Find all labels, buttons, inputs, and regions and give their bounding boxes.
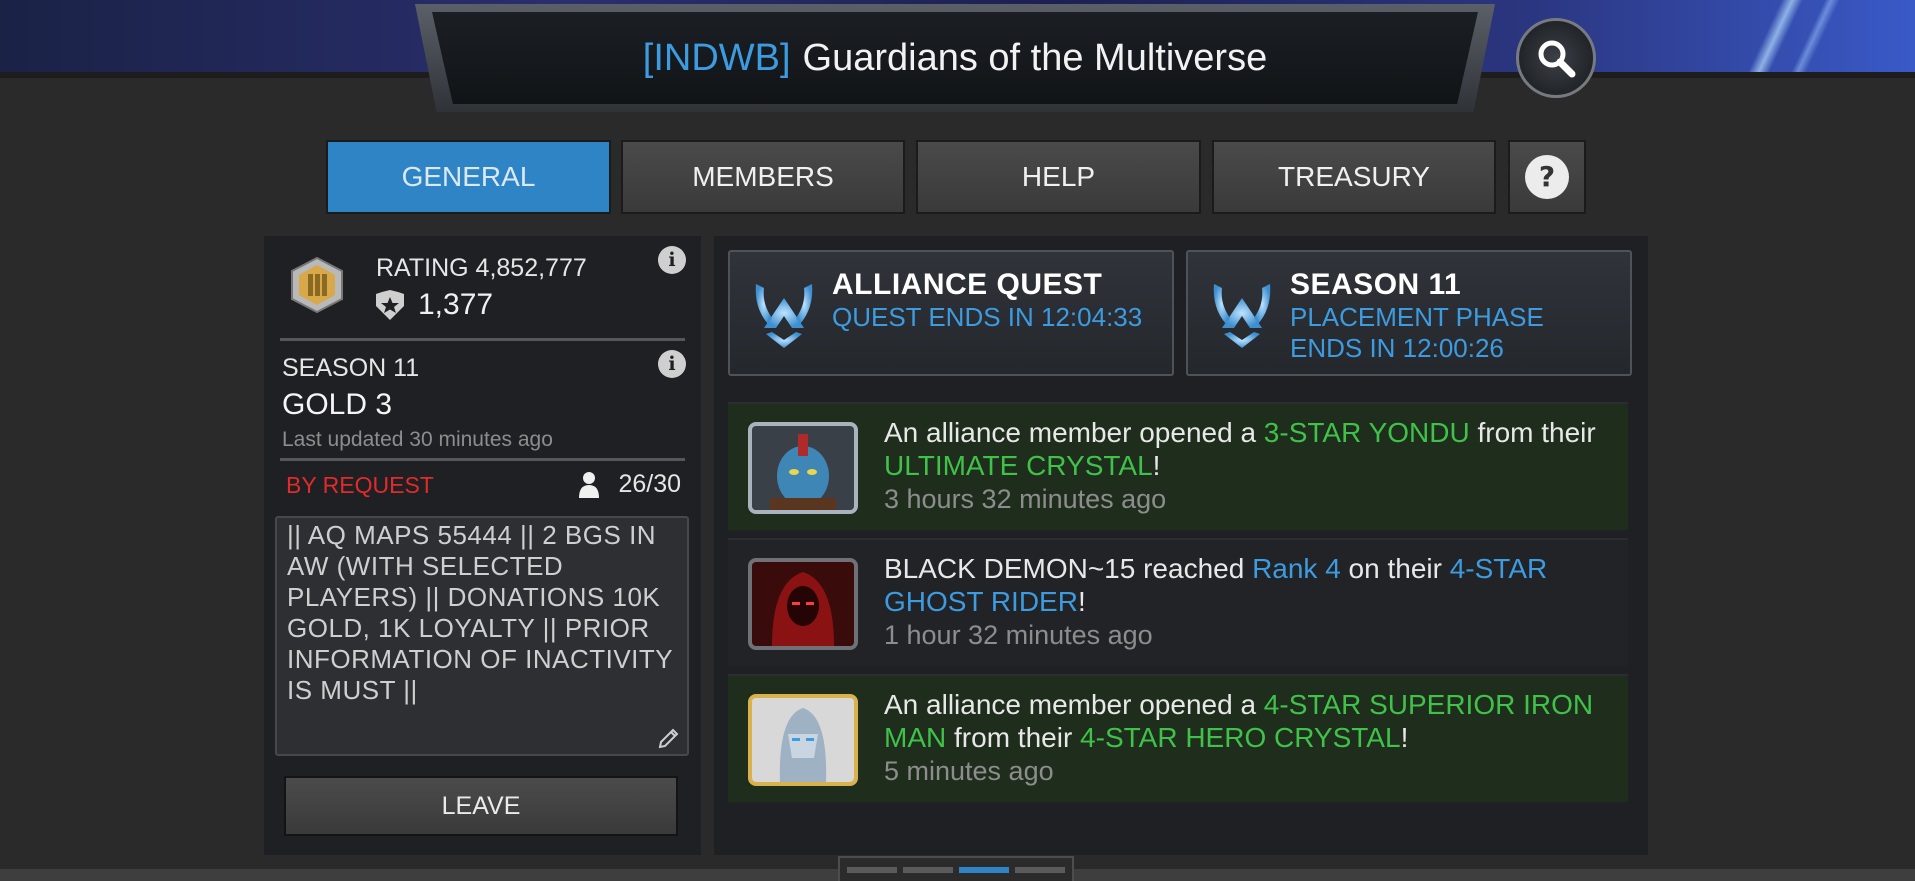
- tab-help[interactable]: HELP: [916, 140, 1201, 214]
- alliance-description[interactable]: || AQ MAPS 55444 || 2 BGS IN AW (WITH SE…: [275, 516, 689, 756]
- quest-card-timer: QUEST ENDS IN 12:04:33: [832, 302, 1143, 332]
- feed-item: BLACK DEMON~15 reached Rank 4 on their 4…: [728, 538, 1628, 666]
- user-icon: [579, 471, 600, 498]
- feed-item: An alliance member opened a 3-STAR YONDU…: [728, 402, 1628, 530]
- tab-treasury[interactable]: TREASURY: [1212, 140, 1496, 214]
- tab-general[interactable]: GENERAL: [326, 140, 611, 214]
- page-dot: [903, 866, 953, 873]
- member-count: 26/30: [578, 470, 681, 499]
- season-card[interactable]: SEASON 11 PLACEMENT PHASE ENDS IN 12:00:…: [1186, 250, 1632, 376]
- join-policy: BY REQUEST: [286, 472, 434, 498]
- lightning-decoration: [1695, 0, 1875, 78]
- rating-section: RATING 4,852,777 1,377 i: [264, 236, 701, 336]
- season-card-title: SEASON 11: [1290, 268, 1462, 301]
- divider: [280, 458, 685, 461]
- page-indicator[interactable]: [838, 856, 1074, 881]
- superior-iron-man-portrait: [748, 694, 858, 786]
- season-info-icon[interactable]: i: [658, 350, 686, 378]
- ghost-rider-portrait: [748, 558, 858, 650]
- trophy-icon: [376, 290, 404, 320]
- rating-badge-icon: [291, 256, 343, 314]
- season-tier: GOLD 3: [282, 388, 393, 421]
- tab-members[interactable]: MEMBERS: [621, 140, 905, 214]
- help-button[interactable]: ?: [1508, 140, 1586, 214]
- search-button[interactable]: [1516, 18, 1596, 98]
- alliance-quest-card[interactable]: ALLIANCE QUEST QUEST ENDS IN 12:04:33: [728, 250, 1174, 376]
- feed-timestamp: 3 hours 32 minutes ago: [884, 484, 1167, 514]
- feed-message: BLACK DEMON~15 reached Rank 4 on their 4…: [884, 553, 1548, 617]
- page-dot: [1015, 866, 1065, 873]
- alliance-name: Guardians of the Multiverse: [802, 36, 1268, 79]
- feed-message: An alliance member opened a 4-STAR SUPER…: [884, 689, 1594, 753]
- pencil-icon[interactable]: [657, 726, 681, 750]
- divider: [280, 338, 685, 341]
- feed-timestamp: 5 minutes ago: [884, 756, 1054, 786]
- alliance-tag: [INDWB]: [642, 36, 791, 79]
- season-label: SEASON 11: [282, 354, 420, 382]
- page-dot-active: [959, 866, 1009, 873]
- svg-text:?: ?: [1539, 160, 1555, 193]
- alliance-feed-panel: ALLIANCE QUEST QUEST ENDS IN 12:04:33 SE…: [714, 236, 1648, 855]
- trophy-row: 1,377: [372, 288, 493, 322]
- yondu-portrait: [748, 422, 858, 514]
- last-updated-text: Last updated 30 minutes ago: [282, 428, 553, 451]
- search-icon: [1538, 40, 1576, 78]
- member-count-value: 26/30: [618, 470, 681, 498]
- season-card-timer: PLACEMENT PHASE ENDS IN 12:00:26: [1290, 302, 1544, 363]
- info-icon[interactable]: i: [658, 246, 686, 274]
- feed-message: An alliance member opened a 3-STAR YONDU…: [884, 417, 1596, 481]
- quest-card-title: ALLIANCE QUEST: [832, 268, 1103, 301]
- alliance-wings-icon: [755, 284, 813, 348]
- feed-item: An alliance member opened a 4-STAR SUPER…: [728, 674, 1628, 802]
- alliance-title: [INDWB] Guardians of the Multiverse: [432, 12, 1478, 104]
- question-icon: ?: [1525, 155, 1569, 199]
- feed-timestamp: 1 hour 32 minutes ago: [884, 620, 1153, 650]
- alliance-overview-panel: RATING 4,852,777 1,377 i SEASON 11 i GOL…: [264, 236, 701, 855]
- page-dot: [847, 866, 897, 873]
- rating-label: RATING 4,852,777: [376, 254, 587, 282]
- alliance-wings-icon: [1213, 284, 1271, 348]
- leave-button[interactable]: LEAVE: [284, 776, 678, 836]
- trophy-count: 1,377: [418, 288, 494, 321]
- description-text: || AQ MAPS 55444 || 2 BGS IN AW (WITH SE…: [287, 520, 673, 705]
